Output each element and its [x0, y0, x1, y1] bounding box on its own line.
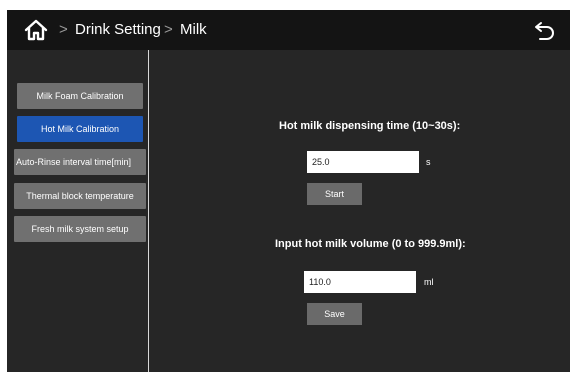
sidebar-item-auto-rinse-interval[interactable]: Auto-Rinse interval time[min] — [14, 149, 146, 175]
dispense-time-label: Hot milk dispensing time (10~30s): — [279, 120, 461, 132]
save-button[interactable]: Save — [307, 303, 362, 325]
breadcrumb-separator: > — [164, 21, 173, 38]
dispense-time-unit: s — [426, 157, 431, 167]
main-panel: Hot milk dispensing time (10~30s): 25.0 … — [149, 50, 570, 372]
sidebar-item-thermal-block-temperature[interactable]: Thermal block temperature — [14, 183, 146, 209]
sidebar: Milk Foam Calibration Hot Milk Calibrati… — [7, 50, 149, 372]
back-icon[interactable] — [534, 20, 556, 40]
sidebar-item-hot-milk-calibration[interactable]: Hot Milk Calibration — [17, 116, 143, 142]
app-screen: > Drink Setting > Milk Milk Foam Calibra… — [7, 10, 570, 372]
start-button[interactable]: Start — [307, 183, 362, 205]
milk-volume-unit: ml — [424, 277, 434, 287]
top-bar: > Drink Setting > Milk — [7, 10, 570, 50]
breadcrumb-drink-setting[interactable]: Drink Setting — [75, 21, 161, 38]
home-icon[interactable] — [23, 18, 49, 42]
sidebar-item-milk-foam-calibration[interactable]: Milk Foam Calibration — [17, 83, 143, 109]
milk-volume-label: Input hot milk volume (0 to 999.9ml): — [275, 238, 466, 250]
dispense-time-input[interactable]: 25.0 — [307, 151, 419, 173]
breadcrumb-milk: Milk — [180, 21, 207, 38]
breadcrumb-separator: > — [59, 21, 68, 38]
milk-volume-input[interactable]: 110.0 — [304, 271, 416, 293]
sidebar-item-fresh-milk-system-setup[interactable]: Fresh milk system setup — [14, 216, 146, 242]
